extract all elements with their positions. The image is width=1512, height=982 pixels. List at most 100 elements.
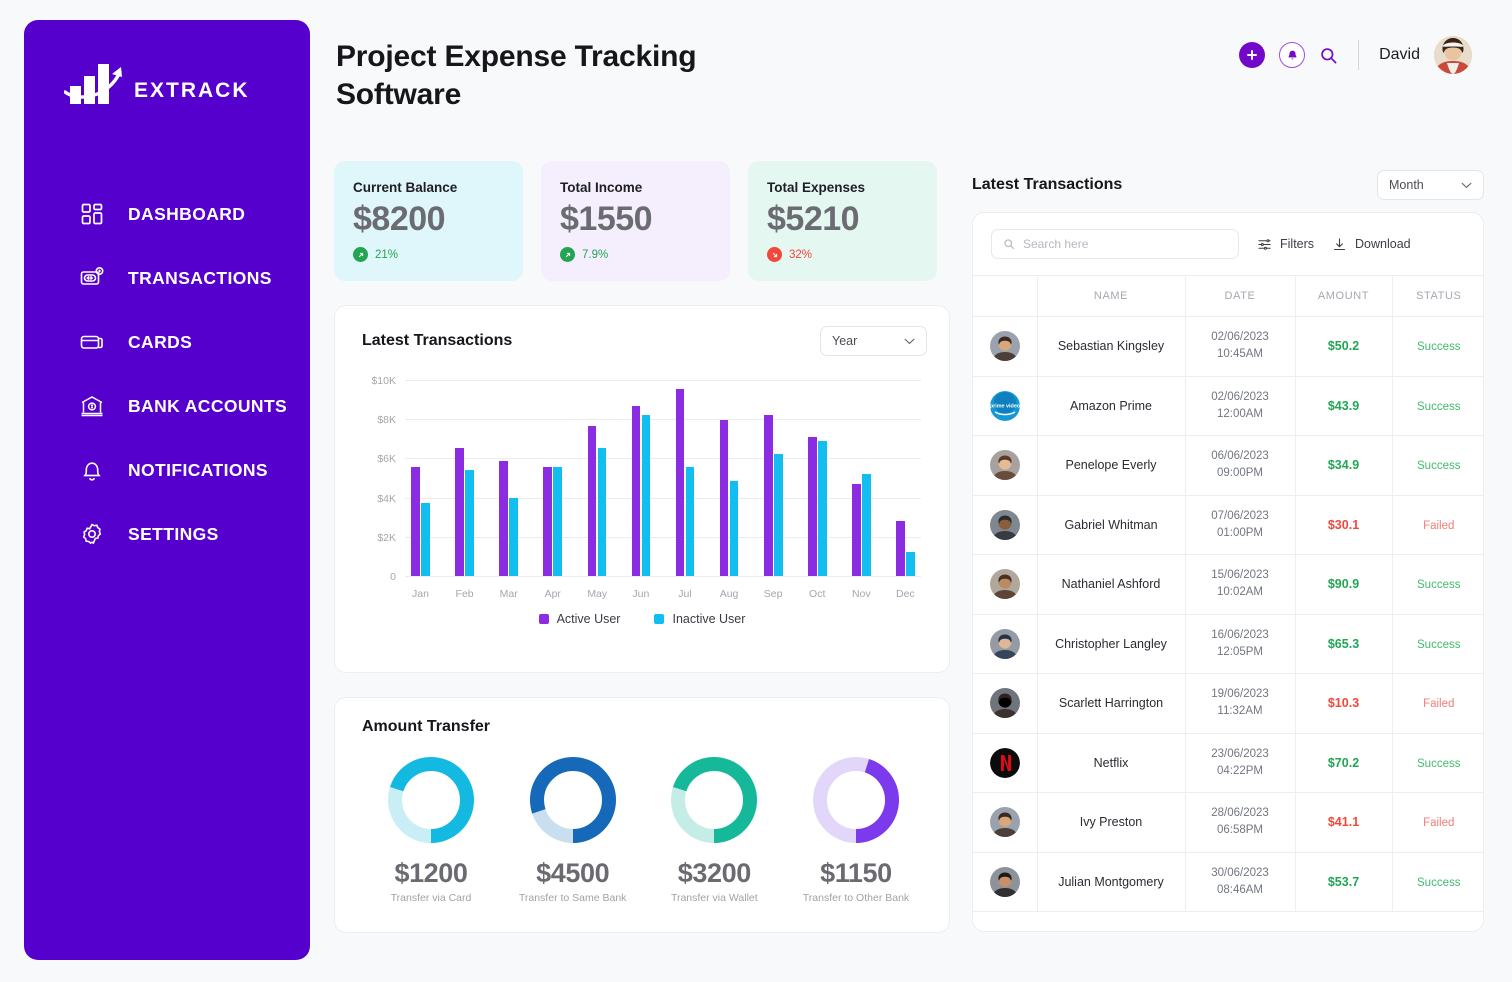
cell-amount: $30.1: [1294, 495, 1392, 555]
transaction-name: Amazon Prime: [1070, 398, 1152, 413]
table-row[interactable]: Julian Montgomery 30/06/2023 08:46AM $53.7 S…: [973, 852, 1483, 912]
table-row[interactable]: Scarlett Harrington 19/06/2023 11:32AM $10.…: [973, 673, 1483, 734]
chart-legend: Active User Inactive User: [335, 612, 949, 626]
cell-status: Success: [1391, 554, 1483, 615]
donut-card: $4500 Transfer to Same Bank: [512, 756, 634, 904]
cell-status: Success: [1391, 733, 1483, 793]
stat-label: Total Income: [560, 180, 643, 195]
bar-group: [455, 380, 474, 576]
bell-icon: [1288, 50, 1297, 59]
filters-button[interactable]: Filters: [1257, 237, 1314, 252]
transaction-name: Netflix: [1093, 755, 1129, 770]
bar-group: [896, 380, 915, 576]
transaction-time: 12:00AM: [1216, 407, 1264, 420]
cell-status: Success: [1391, 376, 1483, 436]
sidebar-item-label: NOTIFICATIONS: [128, 459, 269, 480]
cell-status: Success: [1391, 614, 1483, 674]
avatar[interactable]: [1434, 36, 1472, 74]
bank-icon: [78, 392, 106, 420]
cell-amount: $70.2: [1294, 733, 1392, 793]
download-button[interactable]: Download: [1332, 237, 1411, 252]
stat-delta: 21%: [353, 247, 523, 262]
table-row[interactable]: Christopher Langley 16/06/2023 12:05PM $65.…: [973, 614, 1483, 674]
download-label: Download: [1355, 237, 1411, 251]
table-row[interactable]: Gabriel Whitman 07/06/2023 01:00PM $30.1 Fai…: [973, 495, 1483, 555]
transactions-range-select[interactable]: Month: [1377, 170, 1484, 200]
logo[interactable]: EXTRACK: [24, 20, 310, 108]
bar-inactive-user: [818, 441, 827, 576]
donut-chart: [388, 757, 474, 843]
transaction-amount: $65.3: [1327, 636, 1360, 651]
sidebar-item-transactions[interactable]: TRANSACTIONS: [24, 246, 310, 310]
extrack-logo-icon: [63, 60, 130, 108]
donut-chart: [529, 757, 616, 843]
notifications-button[interactable]: [1279, 42, 1306, 68]
stat-delta: 32%: [767, 247, 937, 262]
transaction-amount: $90.9: [1327, 577, 1360, 592]
bar-inactive-user: [465, 469, 474, 576]
table-row[interactable]: Nathaniel Ashford 15/06/2023 10:02AM $90.9 S…: [973, 554, 1483, 615]
transaction-name: Penelope Everly: [1065, 458, 1157, 473]
status-badge: Failed: [1423, 817, 1455, 830]
column-header-name: NAME: [1036, 275, 1185, 317]
cell-avatar: prime video: [973, 376, 1037, 436]
table-head: NAME DATE AMOUNT STATUS: [973, 275, 1483, 317]
sidebar-item-label: TRANSACTIONS: [128, 267, 272, 288]
chart-bars: [405, 380, 921, 576]
stat-value: $1550: [560, 200, 653, 238]
dashboard-icon: [78, 200, 106, 228]
bar-active-user: [764, 415, 773, 576]
search-input[interactable]: Search here: [991, 229, 1239, 259]
sidebar-item-bank-accounts[interactable]: BANK ACCOUNTS: [24, 374, 310, 438]
user-avatar-icon: [989, 807, 1020, 838]
netflix-logo-icon: [989, 747, 1020, 778]
table-row[interactable]: Ivy Preston 28/06/2023 06:58PM $41.1 Failed: [973, 792, 1483, 853]
cell-name: Christopher Langley: [1036, 614, 1185, 674]
user-avatar-icon: [989, 331, 1020, 362]
transaction-amount: $43.9: [1327, 398, 1360, 413]
search-button[interactable]: [1319, 46, 1338, 65]
sidebar-item-settings[interactable]: SETTINGS: [24, 502, 310, 566]
donut-card: $3200 Transfer via Wallet: [653, 756, 775, 904]
table-row[interactable]: Netflix 23/06/2023 04:22PM $70.2 Success: [973, 733, 1483, 793]
sidebar-item-cards[interactable]: CARDS: [24, 310, 310, 374]
transaction-amount: $70.2: [1327, 755, 1360, 770]
x-axis-label: Dec: [896, 588, 915, 600]
sidebar-item-notifications[interactable]: NOTIFICATIONS: [24, 438, 310, 502]
delta-text: 32%: [789, 248, 813, 261]
header-divider: [1358, 40, 1360, 70]
table-row[interactable]: Sebastian Kingsley 02/06/2023 10:45AM $50.2…: [973, 316, 1483, 377]
donut-chart: [812, 757, 899, 843]
x-axis-label: Oct: [809, 588, 826, 600]
y-axis-tick: $2K: [377, 531, 396, 544]
cell-status: Success: [1391, 316, 1483, 377]
search-icon: [1004, 239, 1015, 250]
cell-name: Julian Montgomery: [1036, 852, 1185, 912]
table-row[interactable]: prime video Amazon Prime 02/06/2023 12:00AM…: [973, 376, 1483, 436]
chart-range-select[interactable]: Year: [820, 326, 927, 356]
add-button[interactable]: [1239, 42, 1266, 68]
y-axis-tick: $8K: [377, 414, 396, 427]
legend-item-active-user: Active User: [538, 612, 620, 626]
x-axis-label: Jun: [632, 588, 650, 600]
cell-avatar: [973, 316, 1037, 377]
cell-status: Success: [1391, 852, 1483, 912]
status-badge: Success: [1417, 638, 1461, 651]
user-avatar-icon: [989, 866, 1020, 897]
donut-card: $1200 Transfer via Card: [370, 756, 492, 904]
search-icon: [1321, 47, 1337, 63]
bar-active-user: [587, 426, 596, 576]
avatar: [989, 866, 1020, 897]
cell-name: Ivy Preston: [1036, 792, 1185, 853]
gridline: 0: [390, 571, 921, 583]
sidebar-item-label: BANK ACCOUNTS: [128, 395, 288, 416]
cell-amount: $50.2: [1294, 316, 1392, 377]
table-row[interactable]: Penelope Everly 06/06/2023 09:00PM $34.9 Suc…: [973, 435, 1483, 496]
donut-value: $4500: [536, 858, 610, 888]
donut-value: $1200: [394, 858, 468, 888]
x-axis-label: Nov: [851, 588, 871, 600]
y-axis-tick: $10K: [371, 375, 396, 387]
delta-text: 21%: [375, 248, 399, 261]
cell-date: 02/06/2023 10:45AM: [1184, 316, 1295, 377]
sidebar-item-dashboard[interactable]: DASHBOARD: [24, 182, 310, 246]
